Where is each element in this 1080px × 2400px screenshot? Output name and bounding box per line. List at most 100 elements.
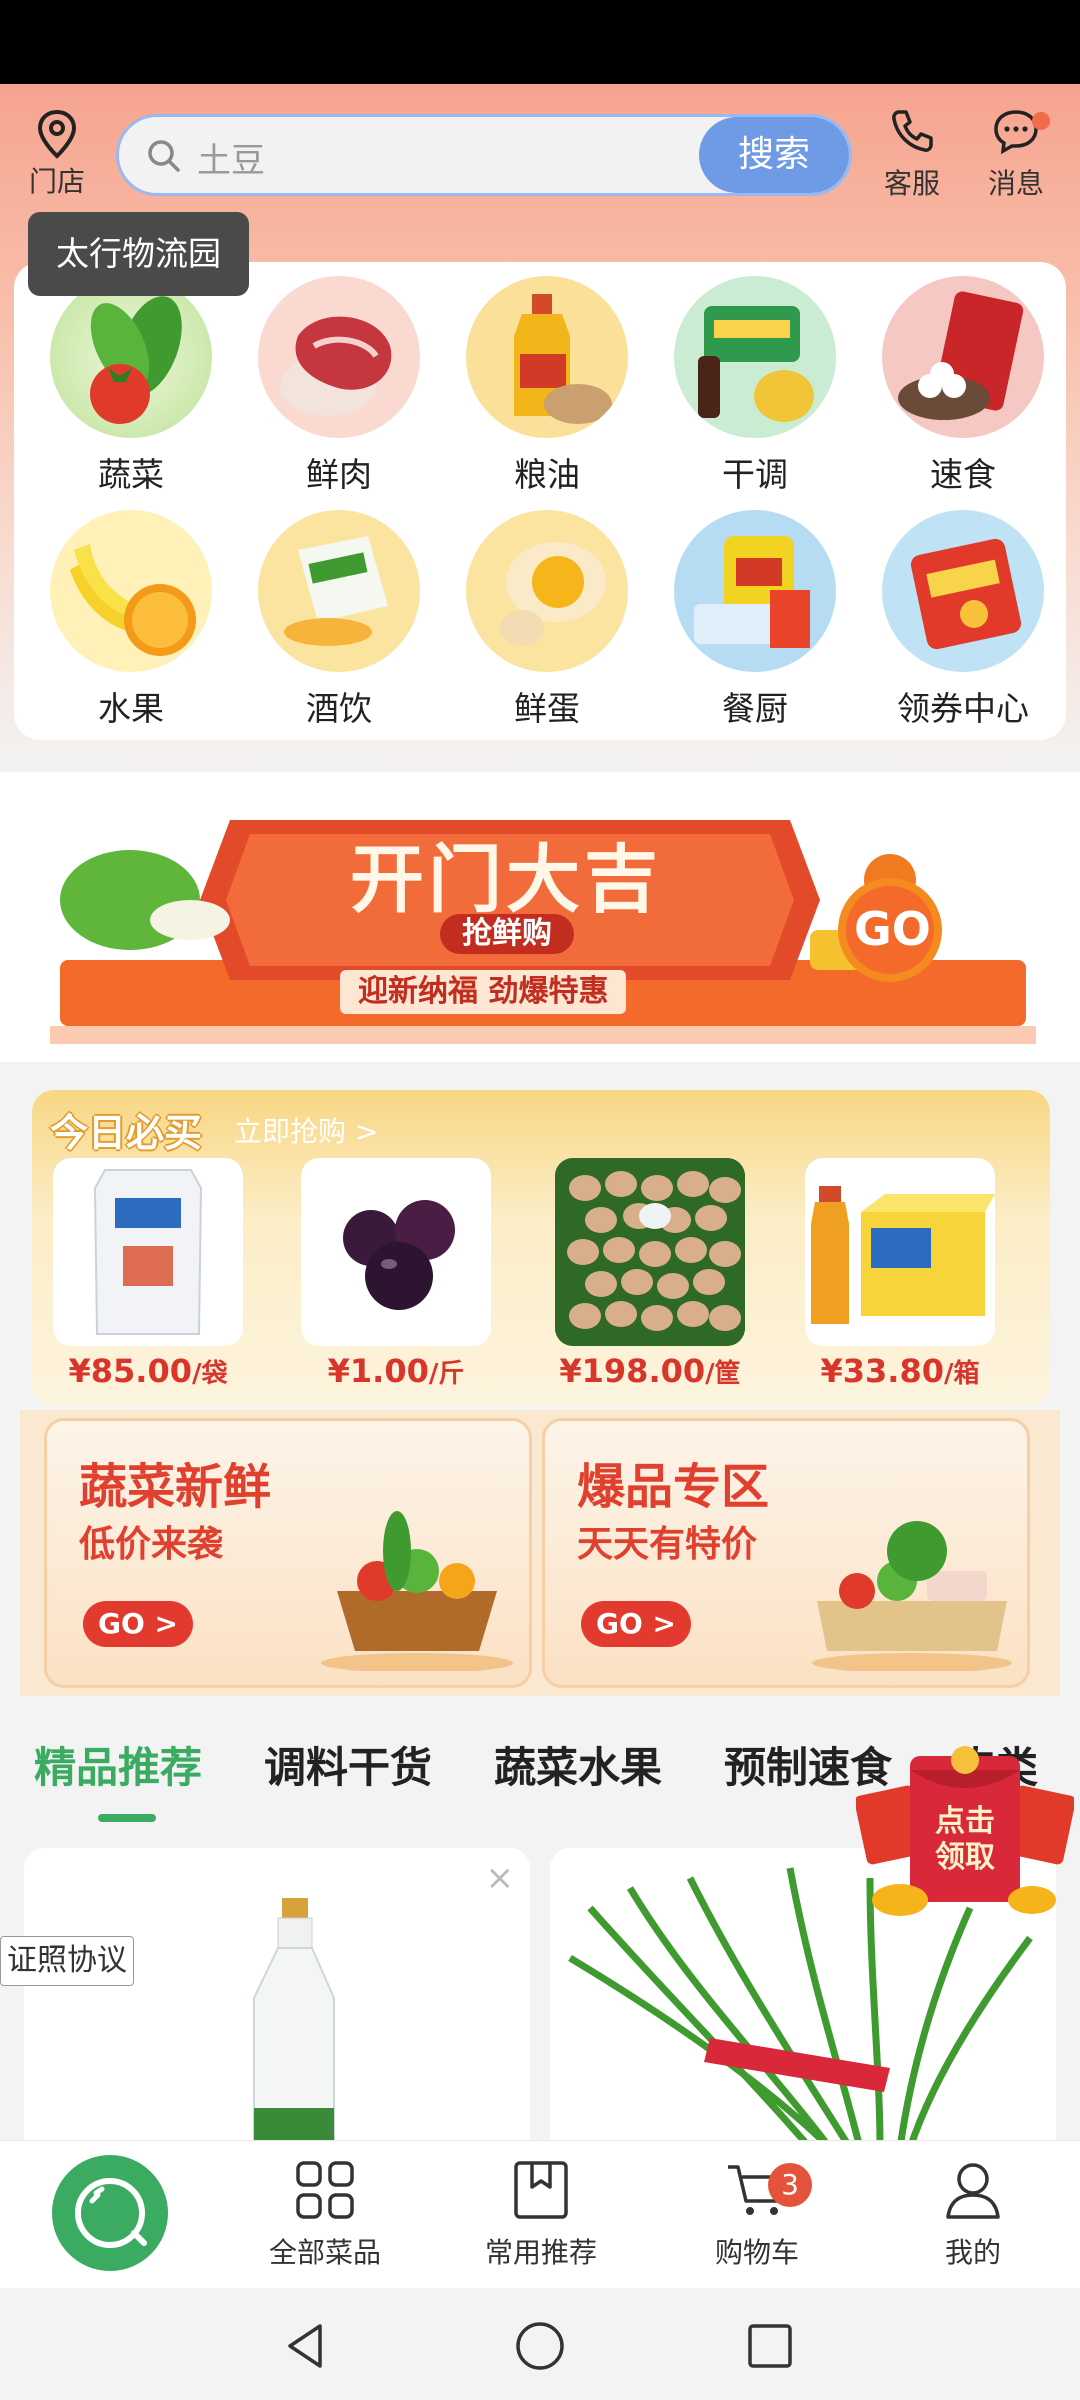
category-item-seasoning[interactable]: 干调 <box>670 276 840 496</box>
close-icon[interactable]: × <box>486 1858 515 1898</box>
promo-banner[interactable]: 开门大吉 抢鲜购 迎新纳福 劲爆特惠 GO <box>0 772 1080 1062</box>
system-navigation-bar <box>0 2288 1080 2400</box>
nav-recommend[interactable]: 常用推荐 <box>456 2157 626 2271</box>
promo-card-hot-items[interactable]: 爆品专区 天天有特价 GO > <box>542 1418 1030 1688</box>
promo-card-vegetables[interactable]: 蔬菜新鲜 低价来袭 GO > <box>44 1418 532 1688</box>
category-item-vegetable[interactable]: 蔬菜 <box>46 276 216 496</box>
deal-item[interactable]: ¥198.00/筐 <box>552 1158 748 1390</box>
category-item-grain-oil[interactable]: 粮油 <box>462 276 632 496</box>
nav-label: 购物车 <box>714 2236 799 2269</box>
home-logo-icon <box>75 2178 147 2248</box>
location-pin-icon <box>37 109 77 159</box>
chat-bubble-icon <box>994 110 1038 155</box>
cart-count-badge: 3 <box>768 2163 812 2207</box>
phone-icon <box>892 110 933 152</box>
bookmark-book-icon <box>514 2161 568 2219</box>
service-label: 客服 <box>883 167 940 200</box>
today-title: 今日必买 <box>50 1111 203 1155</box>
category-label: 水果 <box>98 689 164 728</box>
store-label: 门店 <box>28 165 85 198</box>
category-label: 粮油 <box>514 455 580 494</box>
seasoning-icon <box>674 276 836 438</box>
nav-cart[interactable]: 3 购物车 <box>672 2157 842 2271</box>
category-label: 鲜蛋 <box>514 689 580 728</box>
egg-icon <box>466 510 628 672</box>
banner-title: 开门大吉 <box>350 837 662 923</box>
active-tab-indicator <box>98 1814 156 1822</box>
category-label: 餐厨 <box>722 689 788 728</box>
promo-title: 蔬菜新鲜 <box>79 1459 272 1515</box>
back-icon[interactable] <box>278 2318 334 2374</box>
customer-service-button[interactable]: 客服 <box>870 106 954 206</box>
deal-unit: /斤 <box>428 1359 465 1389</box>
deal-item[interactable]: ¥1.00/斤 <box>298 1158 494 1390</box>
tab-seasoning-dry[interactable]: 调料干货 <box>264 1734 432 1795</box>
nav-label: 我的 <box>944 2236 1001 2269</box>
deal-item[interactable]: ¥33.80/箱 <box>802 1158 998 1390</box>
food-crate-image <box>812 1521 1012 1671</box>
deal-price: ¥85.00 <box>68 1352 192 1390</box>
promo-go-button[interactable]: GO > <box>581 1601 691 1647</box>
plums-image <box>301 1158 491 1346</box>
license-agreement-link[interactable]: 证照协议 <box>0 1936 134 1986</box>
home-button[interactable] <box>52 2155 168 2271</box>
flour-bag-image <box>53 1158 243 1346</box>
tab-featured[interactable]: 精品推荐 <box>34 1734 202 1795</box>
deal-unit: /筐 <box>705 1359 741 1389</box>
instant-food-icon <box>882 276 1044 438</box>
promo-cards: 蔬菜新鲜 低价来袭 GO > 爆品专区 天天有特价 GO > <box>20 1410 1060 1696</box>
category-label: 鲜肉 <box>306 455 372 494</box>
grid-icon <box>296 2161 354 2219</box>
store-name-tooltip: 太行物流园 <box>28 212 249 296</box>
home-circle-icon[interactable] <box>512 2318 568 2374</box>
deal-unit: /箱 <box>943 1359 980 1389</box>
status-bar <box>0 0 1080 84</box>
category-item-meat[interactable]: 鲜肉 <box>254 276 424 496</box>
category-item-egg[interactable]: 鲜蛋 <box>462 510 632 730</box>
search-button[interactable]: 搜索 <box>699 117 849 193</box>
product-card[interactable]: × <box>24 1848 530 2148</box>
category-item-instant-food[interactable]: 速食 <box>878 276 1048 496</box>
buy-now-link[interactable]: 立即抢购 > <box>234 1110 378 1150</box>
top-bar: 门店 土豆 搜索 客服 消息 <box>0 84 1080 214</box>
category-item-kitchen[interactable]: 餐厨 <box>670 510 840 730</box>
category-label: 速食 <box>930 455 996 494</box>
recent-apps-icon[interactable] <box>742 2318 798 2374</box>
promo-go-button[interactable]: GO > <box>83 1601 193 1647</box>
deal-price: ¥1.00 <box>327 1352 429 1390</box>
category-grid: 蔬菜 鲜肉 粮油 干调 速食 水果 酒饮 鲜蛋 餐厨 领券中心 <box>14 262 1066 740</box>
coupon-icon <box>882 510 1044 672</box>
category-item-coupon[interactable]: 领券中心 <box>878 510 1048 730</box>
banner-go-button[interactable]: GO <box>854 902 931 956</box>
drinks-icon <box>258 510 420 672</box>
category-label: 干调 <box>722 455 788 494</box>
category-label: 酒饮 <box>306 689 372 728</box>
nav-label: 常用推荐 <box>484 2236 597 2269</box>
store-button[interactable]: 门店 <box>24 108 90 198</box>
grain-oil-icon <box>466 276 628 438</box>
iced-tea-image <box>805 1158 995 1346</box>
category-label: 蔬菜 <box>98 455 164 494</box>
search-icon <box>148 140 180 172</box>
unread-dot <box>1032 112 1050 130</box>
category-item-fruit[interactable]: 水果 <box>46 510 216 730</box>
red-envelope-button[interactable]: 点击领取 <box>854 1740 1076 1930</box>
search-bar[interactable]: 土豆 搜索 <box>116 114 852 196</box>
deal-price: ¥198.00 <box>559 1352 706 1390</box>
deal-item[interactable]: ¥85.00/袋 <box>50 1158 246 1390</box>
tab-vegetable-fruit[interactable]: 蔬菜水果 <box>494 1734 662 1795</box>
nav-mine[interactable]: 我的 <box>888 2157 1058 2271</box>
promo-title: 爆品专区 <box>577 1459 770 1515</box>
nav-all-dishes[interactable]: 全部菜品 <box>240 2157 410 2271</box>
deal-unit: /袋 <box>191 1359 228 1389</box>
banner-slogan: 迎新纳福 劲爆特惠 <box>340 970 627 1014</box>
search-input[interactable]: 土豆 <box>197 133 265 182</box>
promo-subtitle: 天天有特价 <box>577 1524 758 1565</box>
vegetable-icon <box>50 276 212 438</box>
vinegar-bottle-image <box>253 1898 335 2148</box>
fruit-icon <box>50 510 212 672</box>
banner-subtitle: 抢鲜购 <box>440 914 574 954</box>
nav-label: 全部菜品 <box>268 2236 381 2269</box>
message-button[interactable]: 消息 <box>974 106 1058 206</box>
category-item-drinks[interactable]: 酒饮 <box>254 510 424 730</box>
